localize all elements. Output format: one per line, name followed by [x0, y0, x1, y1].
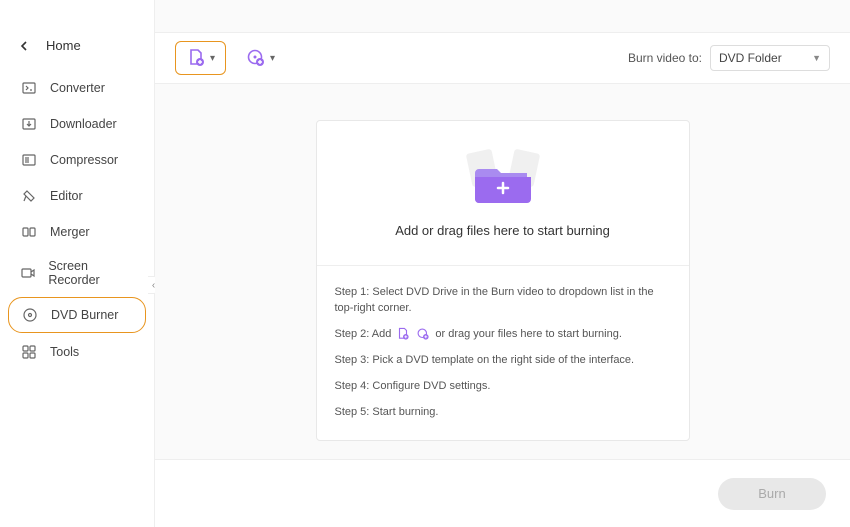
steps-list: Step 1: Select DVD Drive in the Burn vid… [317, 266, 689, 440]
step-2: Step 2: Add or drag your files here to s… [335, 326, 671, 342]
editor-icon [20, 187, 38, 205]
add-disc-icon [415, 326, 431, 342]
content: Add or drag files here to start burning … [155, 84, 850, 459]
nav-label: Screen Recorder [48, 259, 134, 287]
folder-plus-icon [463, 149, 543, 205]
chevron-down-icon: ▾ [210, 53, 215, 64]
merger-icon [20, 223, 38, 241]
step-4: Step 4: Configure DVD settings. [335, 378, 671, 394]
drop-zone[interactable]: Add or drag files here to start burning [317, 121, 689, 266]
add-file-icon [395, 326, 411, 342]
sidebar-item-merger[interactable]: Merger [8, 215, 146, 249]
chevron-left-icon [20, 40, 32, 52]
home-nav[interactable]: Home [0, 28, 154, 71]
dropdown-value: DVD Folder [719, 51, 782, 65]
sidebar-item-downloader[interactable]: Downloader [8, 107, 146, 141]
burn-to-dropdown[interactable]: DVD Folder ▼ [710, 45, 830, 71]
main-area: ▾ ▾ Burn video to: DVD Folder ▼ Add or d… [155, 0, 850, 527]
nav-label: Editor [50, 189, 83, 203]
add-file-button[interactable]: ▾ [175, 41, 226, 75]
sidebar-item-compressor[interactable]: Compressor [8, 143, 146, 177]
sidebar-item-dvd-burner[interactable]: DVD Burner [8, 297, 146, 333]
chevron-down-icon: ▾ [270, 53, 275, 64]
nav-label: Downloader [50, 117, 117, 131]
step-5: Step 5: Start burning. [335, 404, 671, 420]
recorder-icon [20, 264, 36, 282]
footer: Burn [155, 459, 850, 527]
nav-label: Converter [50, 81, 105, 95]
instruction-card: Add or drag files here to start burning … [316, 120, 690, 441]
drop-zone-text: Add or drag files here to start burning [395, 223, 610, 238]
home-label: Home [46, 38, 81, 53]
converter-icon [20, 79, 38, 97]
sidebar: Home Converter Downloader Compressor Edi… [0, 0, 155, 527]
nav-list: Converter Downloader Compressor Editor M… [0, 71, 154, 369]
tools-icon [20, 343, 38, 361]
sidebar-item-editor[interactable]: Editor [8, 179, 146, 213]
nav-label: DVD Burner [51, 308, 118, 322]
toolbar: ▾ ▾ Burn video to: DVD Folder ▼ [155, 32, 850, 84]
nav-label: Compressor [50, 153, 118, 167]
downloader-icon [20, 115, 38, 133]
dvd-icon [21, 306, 39, 324]
burn-to-label: Burn video to: [628, 51, 702, 65]
sidebar-item-converter[interactable]: Converter [8, 71, 146, 105]
nav-label: Tools [50, 345, 79, 359]
burn-button[interactable]: Burn [718, 478, 826, 510]
compressor-icon [20, 151, 38, 169]
nav-label: Merger [50, 225, 90, 239]
step-1: Step 1: Select DVD Drive in the Burn vid… [335, 284, 671, 316]
sidebar-item-recorder[interactable]: Screen Recorder [8, 251, 146, 295]
chevron-down-icon: ▼ [812, 53, 821, 63]
step-3: Step 3: Pick a DVD template on the right… [335, 352, 671, 368]
add-disc-button[interactable]: ▾ [236, 42, 285, 74]
sidebar-item-tools[interactable]: Tools [8, 335, 146, 369]
